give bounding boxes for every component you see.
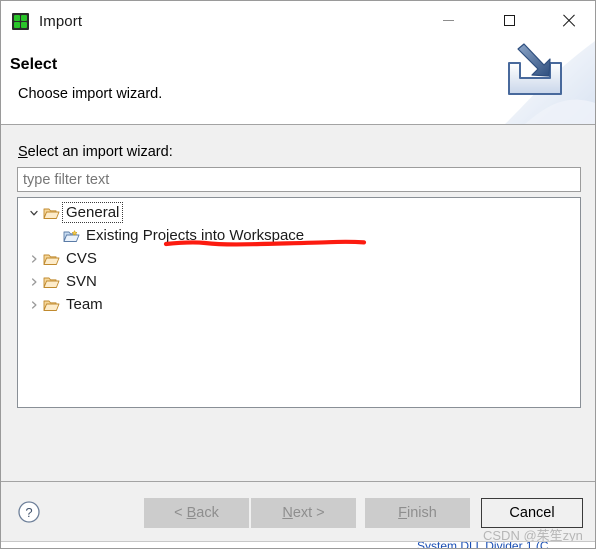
tree-item-cvs[interactable]: CVS [18,247,580,270]
background-window-strip: System DLL Divider 1 (C [1,541,595,549]
close-icon [562,14,575,27]
tree-item-label: SVN [66,273,97,290]
cancel-button[interactable]: Cancel [481,498,583,528]
tree-item-label: General [61,202,124,223]
folder-open-icon [42,275,61,289]
tree-item-existing-projects-into-workspace[interactable]: Existing Projects into Workspace [18,224,580,247]
import-tray-arrow-icon [487,41,595,124]
tree-item-svn[interactable]: SVN [18,270,580,293]
footer-separator [1,481,595,482]
tree-item-label: Team [66,296,103,313]
back-button[interactable]: < Back [144,498,249,528]
folder-open-icon [42,206,61,220]
tree-field-label-mnemonic: S [18,144,28,160]
folder-open-icon [42,298,61,312]
tree-item-team[interactable]: Team [18,293,580,316]
tree-item-label: Existing Projects into Workspace [86,227,305,244]
chevron-right-icon[interactable] [26,277,42,287]
minimize-button[interactable] [425,1,471,39]
import-wizard-tree[interactable]: General Existing Projects into Workspace [17,197,581,408]
tree-item-label: CVS [66,250,97,267]
help-question-icon[interactable]: ? [17,500,41,524]
tree-field-label-rest: elect an import wizard: [27,144,173,160]
page-subtitle: Choose import wizard. [18,86,163,102]
minimize-icon [442,19,454,21]
eclipse-import-icon [12,12,29,30]
tree-field-label: Select an import wizard: [18,144,173,160]
maximize-icon [503,14,515,26]
maximize-button[interactable] [486,1,532,39]
tree-item-general[interactable]: General [18,201,580,224]
window-title: Import [39,12,83,30]
next-button[interactable]: Next > [251,498,356,528]
page-title: Select [10,56,58,73]
chevron-right-icon[interactable] [26,300,42,310]
folder-open-icon [42,252,61,266]
finish-button[interactable]: Finish [365,498,470,528]
svg-text:?: ? [25,505,32,520]
wizard-header: Select Choose import wizard. [1,41,595,125]
chevron-right-icon[interactable] [26,254,42,264]
background-window-text: System DLL Divider 1 (C [417,541,549,549]
chevron-down-icon[interactable] [26,208,42,218]
close-button[interactable] [545,1,591,39]
import-wizard-dialog: Import Select Choose import wizard. Sele… [0,0,596,549]
wizard-folder-icon [62,229,81,243]
filter-input[interactable] [17,167,581,192]
